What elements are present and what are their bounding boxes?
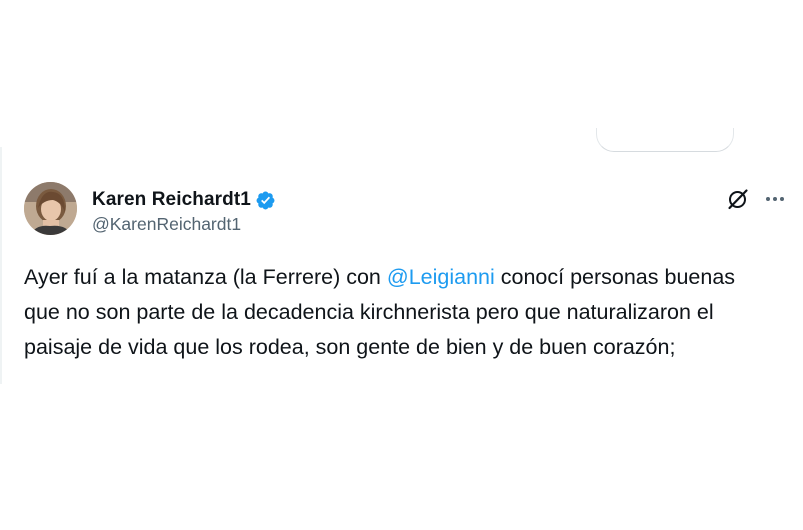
- verified-badge-icon: [255, 190, 276, 211]
- tweet-text-line-1: Ayer fuí a la matanza (la Ferrere) con @…: [24, 260, 802, 295]
- author-display-name[interactable]: Karen Reichardt1: [92, 189, 251, 211]
- timeline-border: [0, 147, 2, 384]
- author-name-row[interactable]: Karen Reichardt1: [92, 188, 276, 212]
- tweet-text-segment: Ayer fuí a la matanza (la Ferrere) con: [24, 265, 387, 289]
- grok-icon[interactable]: [727, 188, 749, 210]
- tweet-text-line-3: paisaje de vida que los rodea, son gente…: [24, 335, 676, 359]
- avatar[interactable]: [24, 182, 77, 235]
- more-options-icon[interactable]: [764, 188, 786, 210]
- screenshot-frame: Karen Reichardt1 @KarenReichardt1 Ayer f…: [0, 0, 803, 530]
- mention-link[interactable]: @Leigianni: [387, 265, 495, 289]
- author-handle[interactable]: @KarenReichardt1: [92, 214, 241, 235]
- tweet-text: Ayer fuí a la matanza (la Ferrere) con @…: [24, 260, 802, 365]
- avatar-image: [24, 182, 77, 235]
- tweet-text-segment: conocí personas buenas: [494, 265, 736, 289]
- tweet-text-line-2: que no son parte de la decadencia kirchn…: [24, 300, 714, 324]
- previous-element-edge: [596, 128, 734, 152]
